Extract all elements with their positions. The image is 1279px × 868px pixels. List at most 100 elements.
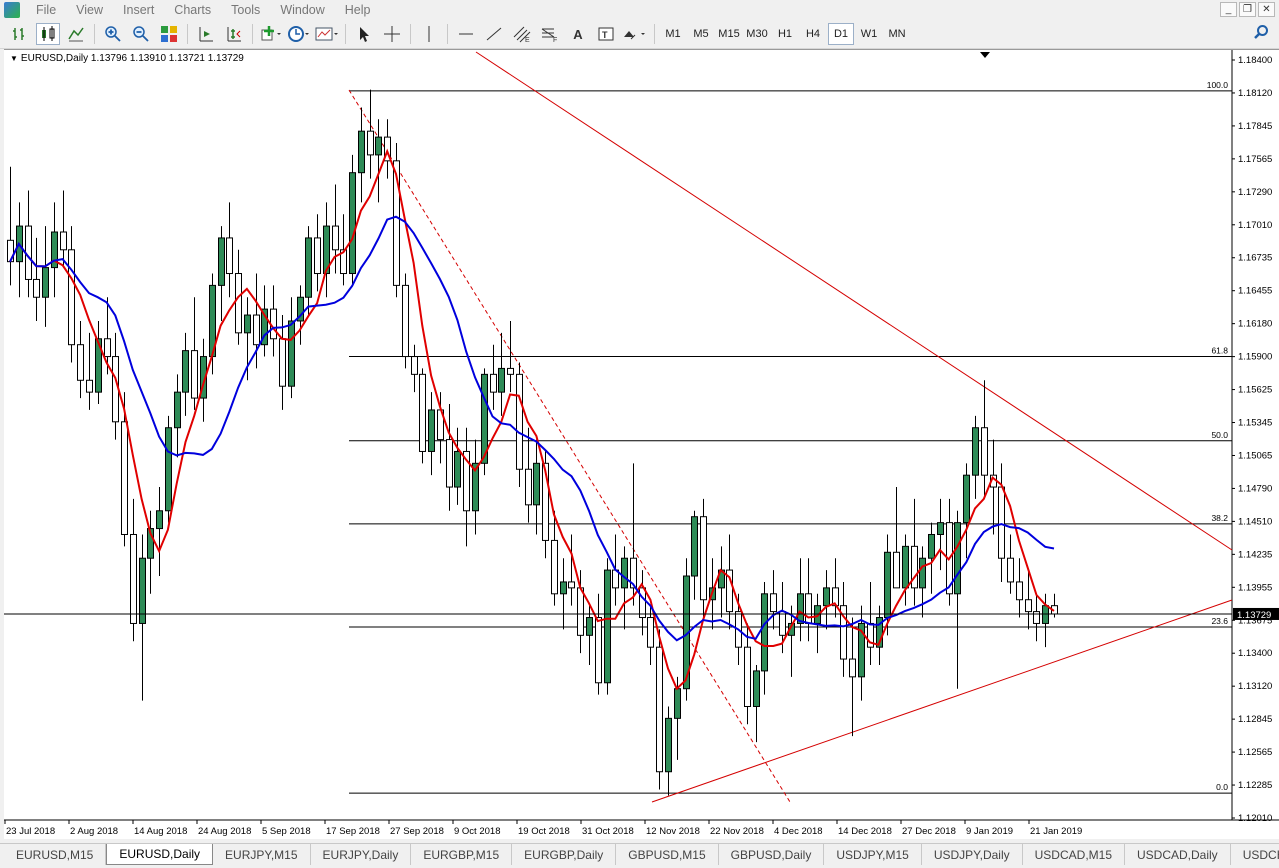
menu-file[interactable]: File [26, 0, 66, 20]
price-axis-label: 1.16455 [1238, 286, 1272, 297]
horizontal-line-icon[interactable] [454, 23, 478, 45]
timeframe-m30[interactable]: M30 [744, 23, 770, 45]
templates-icon[interactable] [315, 23, 339, 45]
bear-candle [525, 468, 532, 506]
tab-usdjpy-m15[interactable]: USDJPY,M15 [824, 844, 922, 865]
chart-tabs: EURUSD,M15 EURUSD,Daily EURJPY,M15 EURJP… [0, 843, 1279, 868]
bear-candle [130, 533, 137, 624]
arrows-icon[interactable] [622, 23, 648, 45]
price-axis-label: 1.12565 [1238, 747, 1272, 758]
date-axis-label: 21 Jan 2019 [1030, 826, 1082, 837]
price-axis-label: 1.14235 [1238, 549, 1272, 560]
bear-candle [490, 373, 497, 393]
text-label-icon[interactable]: T [594, 23, 618, 45]
tab-eurusd-m15[interactable]: EURUSD,M15 [4, 844, 107, 865]
bull-candle [428, 409, 435, 452]
chart-window[interactable]: 1.18400 1.18120 1.17845 1.17565 1.17290 1.170… [4, 49, 1279, 839]
tab-eurjpy-m15[interactable]: EURJPY,M15 [213, 844, 311, 865]
search-icon[interactable] [1253, 24, 1269, 44]
price-axis-label: 1.14790 [1238, 483, 1272, 494]
timeframe-m15[interactable]: M15 [716, 23, 742, 45]
price-axis-label: 1.18400 [1238, 55, 1272, 66]
tab-usdchf-daily[interactable]: USDCHF,Daily [1230, 844, 1279, 865]
fibonacci-icon[interactable]: F [538, 23, 562, 45]
crosshair-icon[interactable] [380, 23, 404, 45]
tab-eurjpy-daily[interactable]: EURJPY,Daily [310, 844, 412, 865]
periods-clock-icon[interactable] [287, 23, 311, 45]
zoom-in-icon[interactable] [101, 23, 125, 45]
chart-shift-icon[interactable] [194, 23, 218, 45]
bull-candle [288, 320, 295, 387]
tab-usdcad-m15[interactable]: USDCAD,M15 [1022, 844, 1125, 865]
timeframe-mn[interactable]: MN [884, 23, 910, 45]
bear-candle [516, 373, 523, 470]
indicators-icon[interactable] [259, 23, 283, 45]
bull-candle [586, 617, 593, 636]
bear-candle [235, 273, 242, 334]
timeframe-m5[interactable]: M5 [688, 23, 714, 45]
menu-insert[interactable]: Insert [113, 0, 164, 20]
bear-candle [253, 314, 260, 346]
timeframe-h1[interactable]: H1 [772, 23, 798, 45]
line-chart-icon[interactable] [64, 23, 88, 45]
autoscroll-icon[interactable] [222, 23, 246, 45]
price-axis-label: 1.17845 [1238, 121, 1272, 132]
price-axis-label: 1.14510 [1238, 516, 1272, 527]
bull-candle [621, 557, 628, 589]
text-icon[interactable]: A [566, 23, 590, 45]
menu-help[interactable]: Help [335, 0, 381, 20]
tab-gbpusd-daily[interactable]: GBPUSD,Daily [718, 844, 825, 865]
bear-candle [191, 350, 198, 399]
tab-eurusd-daily[interactable]: EURUSD,Daily [106, 844, 214, 865]
bear-candle [77, 344, 84, 381]
timeframe-m1[interactable]: M1 [660, 23, 686, 45]
menu-tools[interactable]: Tools [221, 0, 270, 20]
tab-gbpusd-m15[interactable]: GBPUSD,M15 [616, 844, 719, 865]
menu-view[interactable]: View [66, 0, 113, 20]
bull-candle [604, 569, 611, 684]
menu-bar: File View Insert Charts Tools Window Hel… [0, 0, 1279, 20]
date-axis-label: 27 Sep 2018 [390, 826, 444, 837]
cursor-icon[interactable] [352, 23, 376, 45]
bull-candle [963, 474, 970, 524]
minimize-button[interactable]: _ [1220, 2, 1237, 17]
tile-windows-icon[interactable] [157, 23, 181, 45]
trendline-icon[interactable] [482, 23, 506, 45]
price-chart[interactable]: 1.18400 1.18120 1.17845 1.17565 1.17290 1.170… [4, 50, 1279, 840]
bull-candle [665, 717, 672, 773]
zoom-out-icon[interactable] [129, 23, 153, 45]
current-price-label: 1.13729 [1237, 610, 1271, 621]
bear-candle [332, 225, 339, 251]
close-button[interactable]: ✕ [1258, 2, 1275, 17]
bull-candle [972, 427, 979, 476]
app-icon [4, 2, 20, 18]
tab-eurgbp-daily[interactable]: EURGBP,Daily [512, 844, 617, 865]
menu-window[interactable]: Window [270, 0, 334, 20]
menu-charts[interactable]: Charts [164, 0, 221, 20]
timeframe-h4[interactable]: H4 [800, 23, 826, 45]
bear-candle [68, 249, 75, 346]
timeframe-d1[interactable]: D1 [828, 23, 854, 45]
date-axis-label: 5 Sep 2018 [262, 826, 311, 837]
restore-button[interactable]: ❐ [1239, 2, 1256, 17]
date-axis-label: 22 Nov 2018 [710, 826, 764, 837]
bear-candle [33, 278, 40, 298]
bull-candle [454, 450, 461, 488]
fib-level-label: 50.0 [1211, 430, 1228, 440]
timeframe-w1[interactable]: W1 [856, 23, 882, 45]
bear-candle [770, 593, 777, 613]
vertical-line-icon[interactable] [417, 23, 441, 45]
date-axis-label: 14 Dec 2018 [838, 826, 892, 837]
collapse-triangle-icon[interactable]: ▼ [10, 54, 18, 63]
price-axis-label: 1.15900 [1238, 352, 1272, 363]
candlestick-chart-icon[interactable] [36, 23, 60, 45]
date-axis-label: 17 Sep 2018 [326, 826, 380, 837]
bar-chart-icon[interactable] [8, 23, 32, 45]
tab-usdcad-daily[interactable]: USDCAD,Daily [1125, 844, 1231, 865]
tab-usdjpy-daily[interactable]: USDJPY,Daily [921, 844, 1023, 865]
fib-level-label: 100.0 [1207, 80, 1229, 90]
toolbar: E F A T M1 M5 M15 M30 H1 H4 D1 W1 MN [0, 20, 1279, 49]
tab-eurgbp-m15[interactable]: EURGBP,M15 [411, 844, 513, 865]
equidistant-channel-icon[interactable]: E [510, 23, 534, 45]
bull-candle [823, 587, 830, 607]
